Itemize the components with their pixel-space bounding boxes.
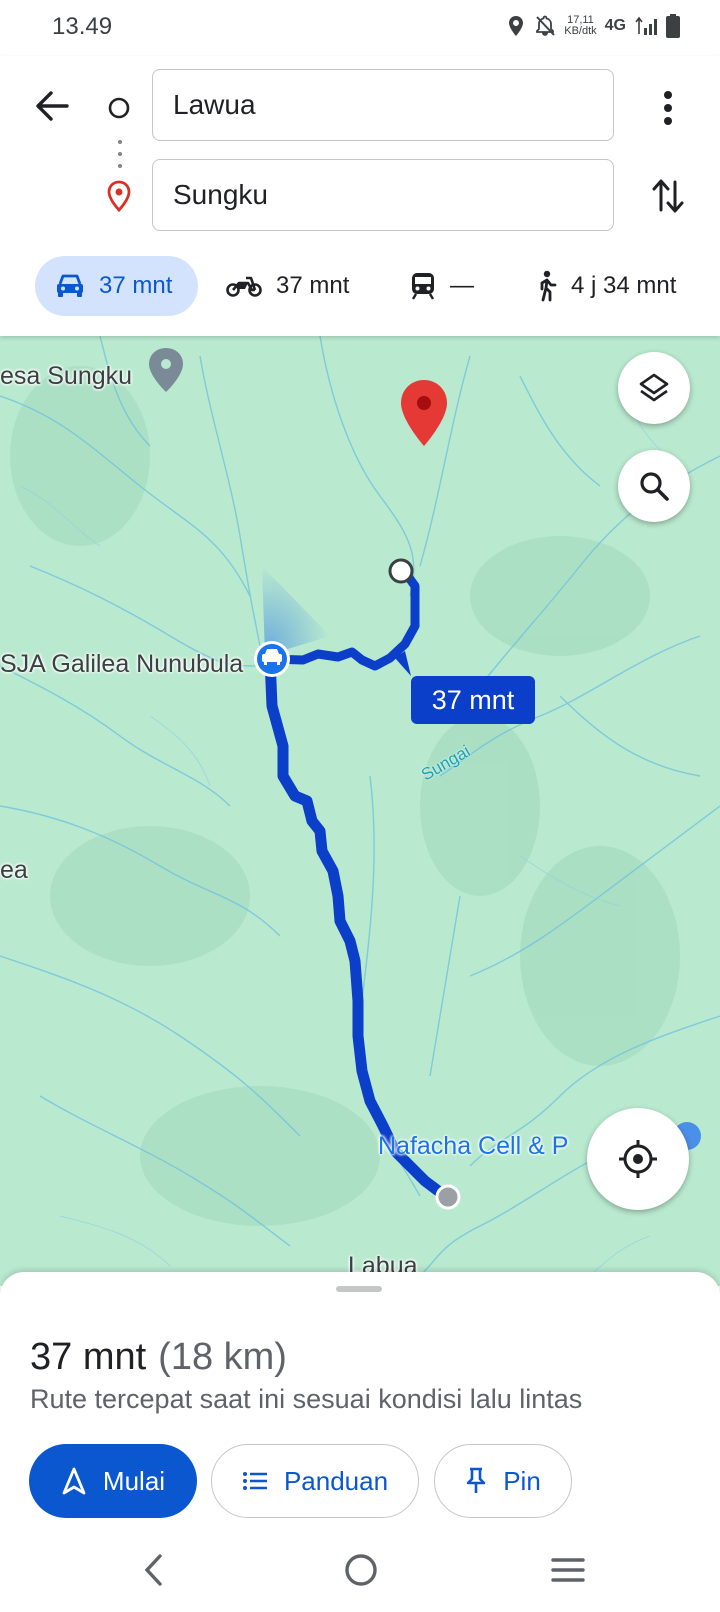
status-icons: 17,11 KB/dtk 4G	[506, 10, 680, 42]
search-icon	[640, 472, 669, 501]
arrow-back-icon	[36, 91, 69, 121]
layers-icon	[639, 373, 669, 402]
nav-recents-button[interactable]	[538, 1540, 598, 1600]
signal-icon	[635, 16, 657, 35]
route-description: Rute tercepat saat ini sesuai kondisi la…	[30, 1384, 583, 1414]
network-type: 4G	[604, 17, 626, 34]
sheet-drag-handle[interactable]	[336, 1286, 382, 1292]
layers-button[interactable]	[618, 352, 690, 424]
swap-vert-icon	[652, 179, 684, 213]
map-label-galilea[interactable]: SJA Galilea Nunubula	[0, 650, 243, 679]
walk-icon	[540, 270, 557, 302]
mute-icon	[536, 15, 555, 36]
my-location-button[interactable]	[587, 1108, 689, 1210]
map-label-desa-sungku[interactable]: esa Sungku	[0, 362, 132, 391]
system-nav-bar	[0, 1530, 720, 1612]
car-icon	[57, 274, 83, 297]
current-location-car-marker	[254, 641, 290, 677]
mode-tab-motorcycle-label: 37 mnt	[276, 272, 350, 299]
guide-button-label: Panduan	[283, 1465, 389, 1496]
pin-button-label: Pin	[503, 1465, 541, 1496]
start-button-label: Mulai	[102, 1465, 166, 1496]
battery-icon	[666, 14, 680, 38]
motorcycle-icon	[226, 276, 262, 297]
crosshair-location-icon	[619, 1140, 657, 1178]
map-view[interactable]: esa Sungku SJA Galilea Nunubula ea Nafac…	[0, 336, 720, 1286]
list-icon	[242, 1472, 267, 1490]
nav-back-button[interactable]	[124, 1540, 184, 1600]
search-along-route-button[interactable]	[618, 450, 690, 522]
route-duration: 37 mnt	[30, 1336, 147, 1378]
start-button[interactable]: Mulai	[29, 1444, 197, 1518]
mode-tab-walk[interactable]: 4 j 34 mnt	[533, 256, 676, 316]
directions-header: Lawua Sungku 37 mnt 37 mnt — 4 j 34 mnt	[0, 56, 720, 336]
network-speed: 17,11 KB/dtk	[564, 15, 596, 37]
pin-button[interactable]: Pin	[434, 1444, 572, 1518]
mode-tab-transit[interactable]: —	[410, 256, 474, 316]
destination-input[interactable]: Sungku	[152, 159, 614, 231]
origin-input[interactable]: Lawua	[152, 69, 614, 141]
more-vert-icon	[664, 91, 672, 125]
mode-tab-transit-label: —	[450, 272, 474, 299]
swap-button[interactable]	[646, 170, 690, 222]
back-button[interactable]	[30, 84, 74, 128]
nav-home-button[interactable]	[331, 1540, 391, 1600]
menu-lines-icon	[551, 1558, 585, 1582]
map-label-ea: ea	[0, 856, 28, 884]
pushpin-icon	[466, 1467, 486, 1493]
transit-icon	[411, 273, 435, 300]
travel-mode-tabs: 37 mnt 37 mnt — 4 j 34 mnt	[0, 256, 720, 320]
mode-tab-motorcycle[interactable]: 37 mnt	[226, 256, 349, 316]
origin-circle-icon	[108, 97, 130, 119]
chevron-left-icon	[144, 1554, 162, 1586]
route-distance: (18 km)	[158, 1336, 287, 1378]
location-icon	[509, 16, 524, 36]
status-bar: 13.49 17,11 KB/dtk 4G	[0, 0, 720, 56]
destination-pin-icon	[107, 180, 131, 212]
status-time: 13.49	[52, 13, 113, 40]
mode-tab-car[interactable]: 37 mnt	[35, 256, 198, 316]
mode-tab-walk-label: 4 j 34 mnt	[571, 272, 677, 299]
network-speed-unit: KB/dtk	[564, 25, 597, 37]
route-eta-bubble[interactable]: 37 mnt	[411, 676, 535, 724]
route-summary: 37 mnt (18 km)	[30, 1336, 287, 1379]
more-options-button[interactable]	[646, 82, 690, 134]
map-label-nafacha[interactable]: Nafacha Cell & P	[378, 1132, 568, 1161]
home-circle-icon	[345, 1554, 377, 1586]
guide-button[interactable]: Panduan	[211, 1444, 419, 1518]
mode-tab-car-label: 37 mnt	[99, 272, 173, 299]
navigation-arrow-icon	[62, 1467, 86, 1495]
